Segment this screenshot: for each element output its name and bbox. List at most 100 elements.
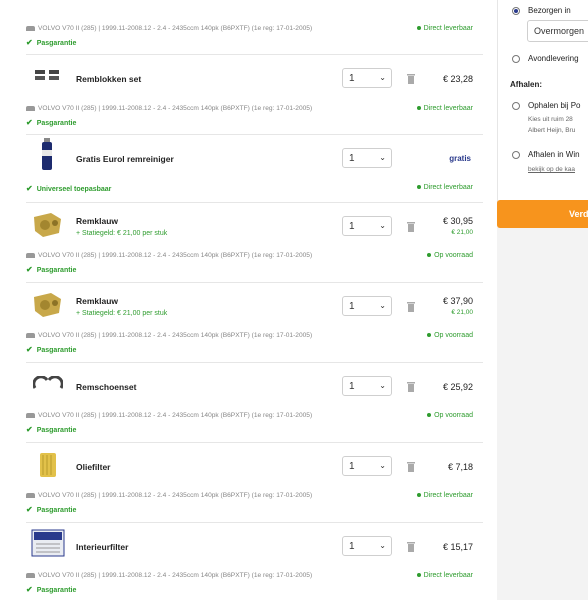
trash-icon[interactable] [406,301,416,313]
stock-dot-icon [416,185,421,190]
guarantee-text: Pasgarantie [36,507,77,514]
stock-status: Op voorraad [427,332,473,339]
price: € 25,92 [442,382,473,392]
price: € 37,90 [442,296,473,306]
product-name[interactable]: Remklauw [76,216,118,226]
cart-item: VOLVO V70 II (285) | 1999.11-2008.12 - 2… [26,0,483,55]
continue-label: Verd [569,209,588,219]
vehicle-info: VOLVO V70 II (285) | 1999.11-2008.12 - 2… [26,412,312,419]
car-icon [26,412,35,418]
trash-icon[interactable] [406,381,416,393]
product-name[interactable]: Remschoenset [76,382,136,392]
price: € 30,95 [442,216,473,226]
trash-icon[interactable] [406,73,416,85]
radio-bezorgen[interactable] [512,7,520,15]
quantity-select[interactable]: 1 ⌄ [342,456,392,476]
quantity-value: 1 [349,461,355,472]
stock-dot-icon [416,493,421,498]
quantity-select[interactable]: 1 ⌄ [342,376,392,396]
trash-icon[interactable] [406,541,416,553]
universal-text: Universeel toepasbaar [36,186,112,193]
check-icon: ✔ [26,265,33,274]
delivery-date-value: Overmorgen [534,26,585,36]
stock-text: Direct leverbaar [423,25,473,32]
chevron-down-icon: ⌄ [379,541,386,550]
brake-pads-image [28,58,68,92]
chevron-down-icon: ⌄ [379,73,386,82]
stock-dot-icon [416,106,421,111]
check-icon: ✔ [26,38,33,47]
guarantee-text: Pasgarantie [36,427,77,434]
stock-text: Op voorraad [434,252,473,259]
vehicle-text: VOLVO V70 II (285) | 1999.11-2008.12 - 2… [38,25,313,32]
vehicle-info: VOLVO V70 II (285) | 1999.11-2008.12 - 2… [26,572,312,579]
quantity-select[interactable]: 1 ⌄ [342,68,392,88]
brake-shoes-image [28,366,68,400]
vehicle-text: VOLVO V70 II (285) | 1999.11-2008.12 - 2… [38,105,313,112]
vehicle-info: VOLVO V70 II (285) | 1999.11-2008.12 - 2… [26,492,312,499]
guarantee-label: ✔ Pasgarantie [26,345,76,354]
vehicle-info: VOLVO V70 II (285) | 1999.11-2008.12 - 2… [26,25,312,32]
quantity-value: 1 [349,221,355,232]
guarantee-label: ✔ Pasgarantie [26,265,76,274]
stock-status: Direct leverbaar [416,572,473,579]
car-icon [26,25,35,31]
product-name[interactable]: Oliefilter [76,462,110,472]
product-name[interactable]: Remklauw [76,296,118,306]
stock-status: Direct leverbaar [416,492,473,499]
guarantee-text: Pasgarantie [36,120,77,127]
stock-text: Direct leverbaar [423,105,473,112]
check-icon: ✔ [26,345,33,354]
stock-dot-icon [427,253,432,258]
quantity-select[interactable]: 1 ⌄ [342,216,392,236]
check-icon: ✔ [26,505,33,514]
vehicle-info: VOLVO V70 II (285) | 1999.11-2008.12 - 2… [26,252,312,259]
ophalen-sub2: Albert Heijn, Bru [528,127,576,134]
chevron-down-icon: ⌄ [379,221,386,230]
radio-ophalen[interactable] [512,102,520,110]
deposit-note: + Statiegeld: € 21,00 per stuk [76,310,168,317]
product-name[interactable]: Remblokken set [76,74,141,84]
stock-text: Direct leverbaar [423,184,473,191]
option-winkel-label: Afhalen in Win [528,150,580,159]
quantity-select[interactable]: 1 ⌄ [342,536,392,556]
radio-avondlevering[interactable] [512,55,520,63]
option-ophalen-label: Ophalen bij Po [528,101,581,110]
cart-item: Remklauw + Statiegeld: € 21,00 per stuk … [26,202,483,283]
continue-button[interactable]: Verd [497,200,588,228]
cart-list: VOLVO V70 II (285) | 1999.11-2008.12 - 2… [0,0,497,600]
guarantee-label: ✔ Pasgarantie [26,38,76,47]
oil-filter-image [28,448,68,482]
afhalen-title: Afhalen: [510,80,542,89]
radio-winkel[interactable] [512,151,520,159]
stock-status: Op voorraad [427,412,473,419]
delivery-date-select[interactable]: Overmorgen [527,20,588,42]
vehicle-text: VOLVO V70 II (285) | 1999.11-2008.12 - 2… [38,492,313,499]
trash-icon[interactable] [406,461,416,473]
stock-text: Op voorraad [434,332,473,339]
stock-dot-icon [427,333,432,338]
chevron-down-icon: ⌄ [379,381,386,390]
vehicle-text: VOLVO V70 II (285) | 1999.11-2008.12 - 2… [38,412,313,419]
vehicle-text: VOLVO V70 II (285) | 1999.11-2008.12 - 2… [38,572,313,579]
cart-item: Remklauw + Statiegeld: € 21,00 per stuk … [26,282,483,363]
option-bezorgen-label: Bezorgen in [528,6,571,15]
check-icon: ✔ [26,184,33,193]
quantity-value: 1 [349,73,355,84]
quantity-select[interactable]: 1 ⌄ [342,148,392,168]
stock-status: Op voorraad [427,252,473,259]
trash-icon[interactable] [406,221,416,233]
car-icon [26,492,35,498]
quantity-value: 1 [349,381,355,392]
quantity-select[interactable]: 1 ⌄ [342,296,392,316]
product-name[interactable]: Gratis Eurol remreiniger [76,154,174,164]
chevron-down-icon: ⌄ [379,461,386,470]
winkel-map-link[interactable]: bekijk op de kaa [528,166,575,173]
product-name[interactable]: Interieurfilter [76,542,128,552]
guarantee-text: Pasgarantie [36,40,77,47]
check-icon: ✔ [26,585,33,594]
free-price: gratis [449,154,471,163]
stock-dot-icon [416,26,421,31]
deposit-price: € 21,00 [451,229,473,236]
stock-text: Direct leverbaar [423,492,473,499]
